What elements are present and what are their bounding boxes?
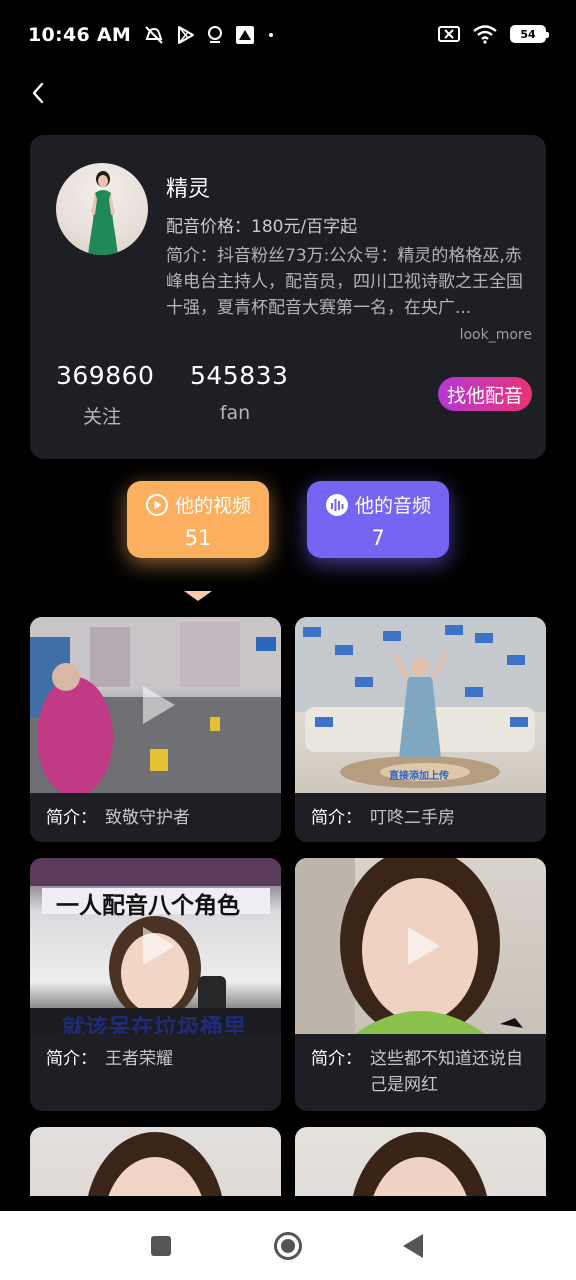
tab-videos-label: 他的视频 [174, 495, 251, 517]
profile-price: 配音价格：180元/百字起 [166, 217, 358, 237]
description-text: 王者荣耀 [105, 1049, 173, 1069]
thumbnail-woman-portrait [88, 1132, 222, 1196]
tab-videos-count: 51 [184, 526, 212, 550]
chevron-left-icon [32, 82, 44, 104]
play-icon[interactable] [131, 921, 181, 971]
thumbnail-overlay-text: 直接添加上传 [389, 771, 449, 782]
home-button[interactable] [271, 1229, 305, 1263]
description-label: 简介： [311, 808, 362, 828]
battery-level: 54 [520, 27, 536, 41]
video-thumbnail [295, 1127, 546, 1196]
find-dubbing-button[interactable]: 找他配音 [437, 377, 532, 411]
video-card[interactable] [295, 1127, 546, 1196]
avatar[interactable] [56, 163, 148, 255]
recent-apps-button[interactable] [144, 1229, 178, 1263]
back-button[interactable] [22, 76, 54, 110]
avatar-image [88, 171, 118, 255]
active-tab-indicator [184, 591, 212, 601]
video-thumbnail [30, 1127, 281, 1196]
system-nav-bar [0, 1211, 576, 1280]
sim-off-icon [438, 26, 460, 42]
square-icon [151, 1236, 171, 1256]
tab-audio-count: 7 [371, 526, 385, 550]
video-thumbnail [30, 617, 281, 793]
video-thumbnail: 一人配音八个角色 就该呆在垃圾桶里 [30, 858, 281, 1034]
fan-label: fan [219, 402, 251, 424]
video-card[interactable] [30, 1127, 281, 1196]
thumbnail-woman-portrait [353, 1132, 487, 1196]
play-store-icon [178, 26, 195, 44]
description-text: 致敬守护者 [105, 808, 190, 828]
thumbnail-overlay-bottom: 就该呆在垃圾桶里 [62, 1015, 246, 1034]
video-card[interactable]: 简介： 致敬守护者 [30, 617, 281, 842]
back-nav-button[interactable] [396, 1229, 430, 1263]
video-thumbnail: 直接添加上传 [295, 617, 546, 793]
play-icon[interactable] [396, 921, 446, 971]
description-label: 简介： [46, 1049, 97, 1069]
fan-stat[interactable]: 545833 fan [190, 361, 289, 424]
description-label: 简介： [46, 808, 97, 828]
thumbnail-overlay-top: 一人配音八个角色 [56, 893, 240, 919]
follow-label: 关注 [82, 406, 121, 428]
mute-alarm-icon [145, 26, 163, 44]
fan-count: 545833 [190, 361, 289, 390]
profile-intro: 简介：抖音粉丝73万:公众号：精灵的格格巫,赤峰电台主持人，配音员，四川卫视诗歌… [166, 246, 523, 318]
description-text: 叮咚二手房 [370, 808, 455, 828]
location-icon [208, 26, 223, 43]
triangle-back-icon [403, 1234, 423, 1258]
video-description: 简介： 这些都不知道还说自己是网红 [295, 1034, 546, 1098]
description-label: 简介： [311, 1049, 362, 1069]
play-circle-icon [145, 493, 168, 516]
app-icon [236, 26, 255, 44]
video-grid: 简介： 致敬守护者 直接添加上传 简介： 叮咚二手房 一人配音八个角色 就该呆在… [30, 617, 546, 1196]
follow-count: 369860 [56, 361, 155, 390]
video-description: 简介： 致敬守护者 [30, 793, 281, 831]
video-card[interactable]: 一人配音八个角色 就该呆在垃圾桶里 简介： 王者荣耀 [30, 858, 281, 1111]
video-card[interactable]: 直接添加上传 简介： 叮咚二手房 [295, 617, 546, 842]
description-text: 这些都不知道还说自己是网红 [370, 1049, 523, 1095]
profile-name: 精灵 [166, 177, 211, 202]
status-bar: 10:46 AM 54 [0, 0, 576, 70]
play-icon[interactable] [131, 680, 181, 730]
audio-wave-icon [325, 493, 348, 516]
wifi-icon [473, 25, 497, 44]
profile-card: 精灵 配音价格：180元/百字起 简介：抖音粉丝73万:公众号：精灵的格格巫,赤… [30, 135, 546, 459]
video-description: 简介： 王者荣耀 [30, 1034, 281, 1072]
follow-stat[interactable]: 369860 关注 [56, 361, 155, 429]
video-description: 简介： 叮咚二手房 [295, 793, 546, 831]
tab-videos[interactable]: 他的视频 51 [127, 481, 269, 558]
battery-indicator: 54 [510, 25, 549, 43]
video-thumbnail [295, 858, 546, 1034]
look-more-link[interactable]: look_more [460, 327, 532, 343]
tab-audio-label: 他的音频 [354, 495, 431, 517]
notification-dot [269, 33, 274, 37]
tab-audio[interactable]: 他的音频 7 [307, 481, 449, 558]
status-time: 10:46 AM [28, 24, 132, 46]
home-circle-icon [274, 1232, 302, 1260]
video-card[interactable]: 简介： 这些都不知道还说自己是网红 [295, 858, 546, 1111]
